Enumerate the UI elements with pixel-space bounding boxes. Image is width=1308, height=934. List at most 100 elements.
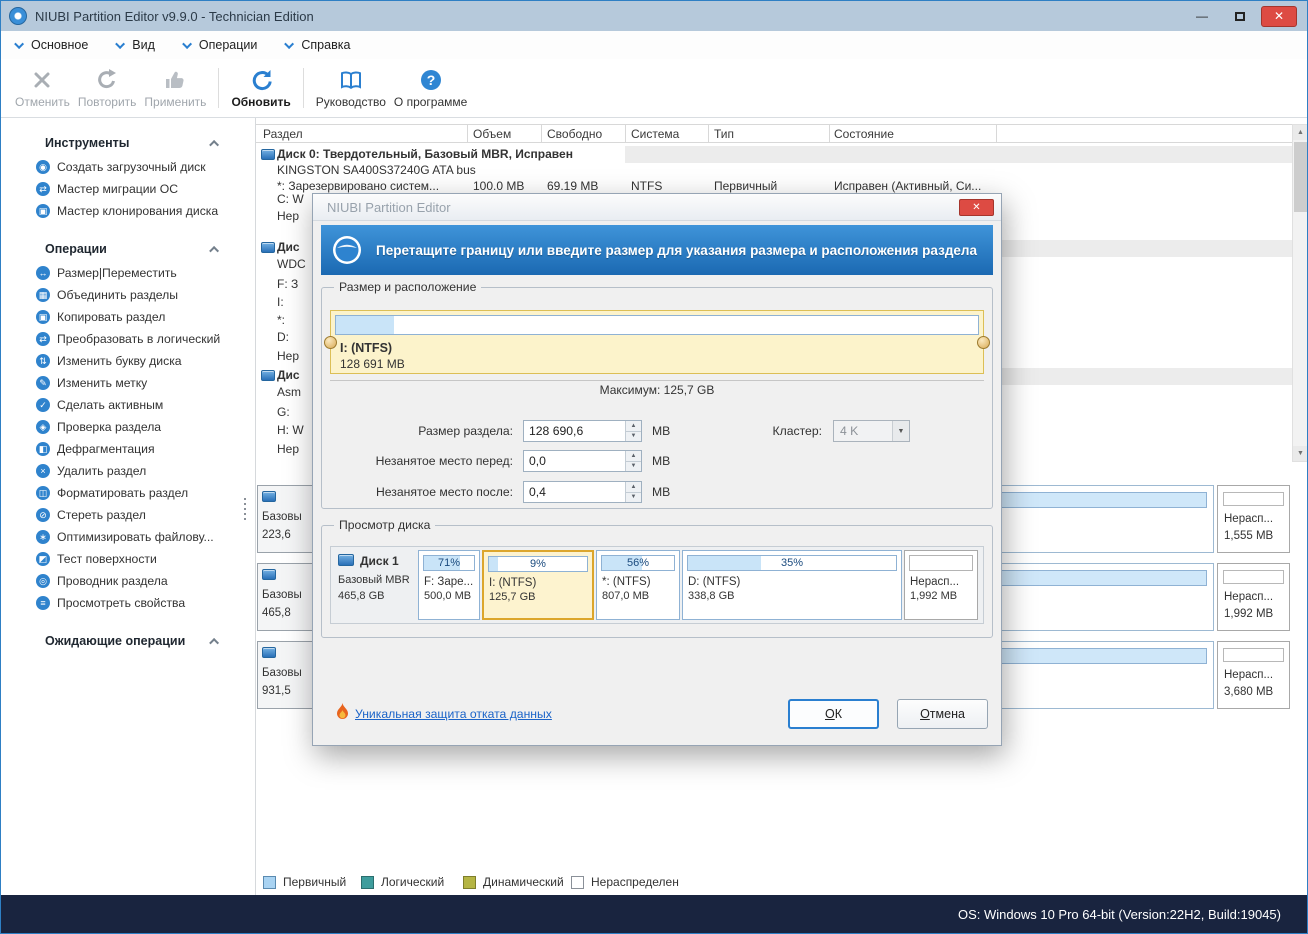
partition-row-fragment[interactable]: Нер: [277, 209, 299, 223]
partition-cell-i-selected[interactable]: 9% I: (NTFS) 125,7 GB: [482, 550, 594, 620]
col-header-free[interactable]: Свободно: [547, 127, 602, 141]
menu-view[interactable]: Вид: [115, 38, 155, 52]
scrollbar-thumb[interactable]: [1294, 142, 1307, 212]
partition-row-fragment[interactable]: I:: [277, 295, 284, 309]
col-header-system[interactable]: Система: [631, 127, 679, 141]
col-header-type[interactable]: Тип: [714, 127, 734, 141]
partition-row-fragment[interactable]: *:: [277, 313, 285, 327]
partition-row-fragment[interactable]: Нер: [277, 442, 299, 456]
manual-button[interactable]: Руководство: [312, 59, 390, 117]
partition-cell-reserved[interactable]: 56% *: (NTFS) 807,0 MB: [596, 550, 680, 620]
slider-used-fill: [336, 316, 394, 334]
sidebar-item-properties[interactable]: ≡ Просмотреть свойства: [1, 592, 255, 614]
partition-cell-d[interactable]: 35% D: (NTFS) 338,8 GB: [682, 550, 902, 620]
menu-operations[interactable]: Операции: [182, 38, 257, 52]
spin-down-icon[interactable]: ▼: [626, 492, 641, 502]
sidebar-item-disk-clone[interactable]: ▣ Мастер клонирования диска: [1, 200, 255, 222]
table-scrollbar[interactable]: ▲ ▼: [1292, 124, 1307, 462]
partition-row-fragment[interactable]: Нер: [277, 349, 299, 363]
sidebar-item-resize-move[interactable]: ↔ Размер|Переместить: [1, 262, 255, 284]
close-button[interactable]: ✕: [1261, 5, 1297, 27]
about-button[interactable]: ? О программе: [390, 59, 471, 117]
sidebar-item-bootdisk[interactable]: ◉ Создать загрузочный диск: [1, 156, 255, 178]
diskmap-disk1-block[interactable]: Базовы 465,8: [257, 563, 315, 631]
right-resize-handle[interactable]: [977, 336, 990, 349]
refresh-button[interactable]: Обновить: [227, 59, 294, 117]
partition-size-input[interactable]: [524, 421, 625, 441]
diskmap-unallocated-block[interactable]: Нерасп... 1,992 MB: [1217, 563, 1290, 631]
menu-help[interactable]: Справка: [284, 38, 350, 52]
partition-row-fragment[interactable]: G:: [277, 405, 290, 419]
sidebar-item-os-migration[interactable]: ⇄ Мастер миграции ОС: [1, 178, 255, 200]
sidebar-item-delete[interactable]: × Удалить раздел: [1, 460, 255, 482]
spin-up-icon[interactable]: ▲: [626, 482, 641, 493]
scroll-down-button[interactable]: ▼: [1293, 446, 1307, 461]
defrag-icon: ◧: [36, 442, 50, 456]
sidebar-item-wipe[interactable]: ⊘ Стереть раздел: [1, 504, 255, 526]
sidebar-item-surface-test[interactable]: ◩ Тест поверхности: [1, 548, 255, 570]
row-volume[interactable]: 100.0 MB: [473, 179, 524, 193]
left-resize-handle[interactable]: [324, 336, 337, 349]
sidebar-item-check[interactable]: ◈ Проверка раздела: [1, 416, 255, 438]
scroll-up-button[interactable]: ▲: [1293, 125, 1307, 140]
column-divider: [708, 124, 709, 143]
partition-slider[interactable]: I: (NTFS) 128 691 MB: [324, 310, 990, 374]
col-header-status[interactable]: Состояние: [834, 127, 894, 141]
unit-label: MB: [652, 454, 671, 468]
redo-button[interactable]: Повторить: [74, 59, 141, 117]
ok-button[interactable]: ОК: [788, 699, 879, 729]
partition-row-fragment[interactable]: H: W: [277, 423, 304, 437]
space-after-input[interactable]: [524, 482, 625, 502]
sidebar-item-set-active[interactable]: ✓ Сделать активным: [1, 394, 255, 416]
row-status[interactable]: Исправен (Активный, Си...: [834, 179, 981, 193]
sidebar-item-optimize[interactable]: ∗ Оптимизировать файлову...: [1, 526, 255, 548]
col-header-volume[interactable]: Объем: [473, 127, 511, 141]
row-partition-name[interactable]: *: Зарезервировано систем...: [277, 179, 439, 193]
col-header-partition[interactable]: Раздел: [263, 127, 303, 141]
header-top-border: [256, 124, 1307, 125]
menu-main[interactable]: Основное: [14, 38, 88, 52]
sidebar-item-convert-logical[interactable]: ⇄ Преобразовать в логический: [1, 328, 255, 350]
row-type[interactable]: Первичный: [714, 179, 777, 193]
spin-up-icon[interactable]: ▲: [626, 451, 641, 462]
apply-button[interactable]: Применить: [140, 59, 210, 117]
spin-down-icon[interactable]: ▼: [626, 431, 641, 441]
banner-text: Перетащите границу или введите размер дл…: [376, 242, 977, 258]
diskmap-unallocated-block[interactable]: Нерасп... 1,555 MB: [1217, 485, 1290, 553]
partition-cell-f[interactable]: 71% F: Заре... 500,0 MB: [418, 550, 480, 620]
space-before-input[interactable]: [524, 451, 625, 471]
disk-icon: [261, 242, 275, 253]
section-tools[interactable]: Инструменты: [1, 130, 255, 156]
dialog-close-button[interactable]: ✕: [959, 199, 994, 216]
undo-button[interactable]: Отменить: [11, 59, 74, 117]
disk0-title[interactable]: Диск 0: Твердотельный, Базовый MBR, Испр…: [277, 147, 573, 161]
partition-row-fragment[interactable]: F: З: [277, 277, 298, 291]
sidebar-item-defrag[interactable]: ◧ Дефрагментация: [1, 438, 255, 460]
partition-cell-unallocated[interactable]: Нерасп... 1,992 MB: [904, 550, 978, 620]
disk-strip: Диск 1 Базовый MBR 465,8 GB 71% F: Заре.…: [330, 546, 984, 624]
disk2-title-fragment[interactable]: Дис: [277, 368, 300, 382]
sidebar-item-copy[interactable]: ▣ Копировать раздел: [1, 306, 255, 328]
section-pending-operations[interactable]: Ожидающие операции: [1, 628, 255, 654]
sidebar-item-change-letter[interactable]: ⇅ Изменить букву диска: [1, 350, 255, 372]
row-system[interactable]: NTFS: [631, 179, 662, 193]
partition-row-fragment[interactable]: C: W: [277, 192, 304, 206]
sidebar-item-merge[interactable]: ▦ Объединить разделы: [1, 284, 255, 306]
cancel-button[interactable]: Отмена: [897, 699, 988, 729]
diskmap-disk0-block[interactable]: Базовы 223,6: [257, 485, 315, 553]
spin-up-icon[interactable]: ▲: [626, 421, 641, 432]
section-operations[interactable]: Операции: [1, 236, 255, 262]
spin-down-icon[interactable]: ▼: [626, 461, 641, 471]
minimize-button[interactable]: —: [1185, 6, 1219, 27]
splitter-handle[interactable]: [244, 498, 246, 500]
rollback-protection-link[interactable]: Уникальная защита отката данных: [355, 707, 552, 721]
maximize-button[interactable]: [1223, 6, 1257, 27]
diskmap-unallocated-block[interactable]: Нерасп... 3,680 MB: [1217, 641, 1290, 709]
sidebar-item-explore[interactable]: ◎ Проводник раздела: [1, 570, 255, 592]
sidebar-item-format[interactable]: ◫ Форматировать раздел: [1, 482, 255, 504]
partition-row-fragment[interactable]: D:: [277, 330, 289, 344]
disk1-title-fragment[interactable]: Дис: [277, 240, 300, 254]
sidebar-item-change-label[interactable]: ✎ Изменить метку: [1, 372, 255, 394]
row-free[interactable]: 69.19 MB: [547, 179, 598, 193]
diskmap-disk2-block[interactable]: Базовы 931,5: [257, 641, 315, 709]
